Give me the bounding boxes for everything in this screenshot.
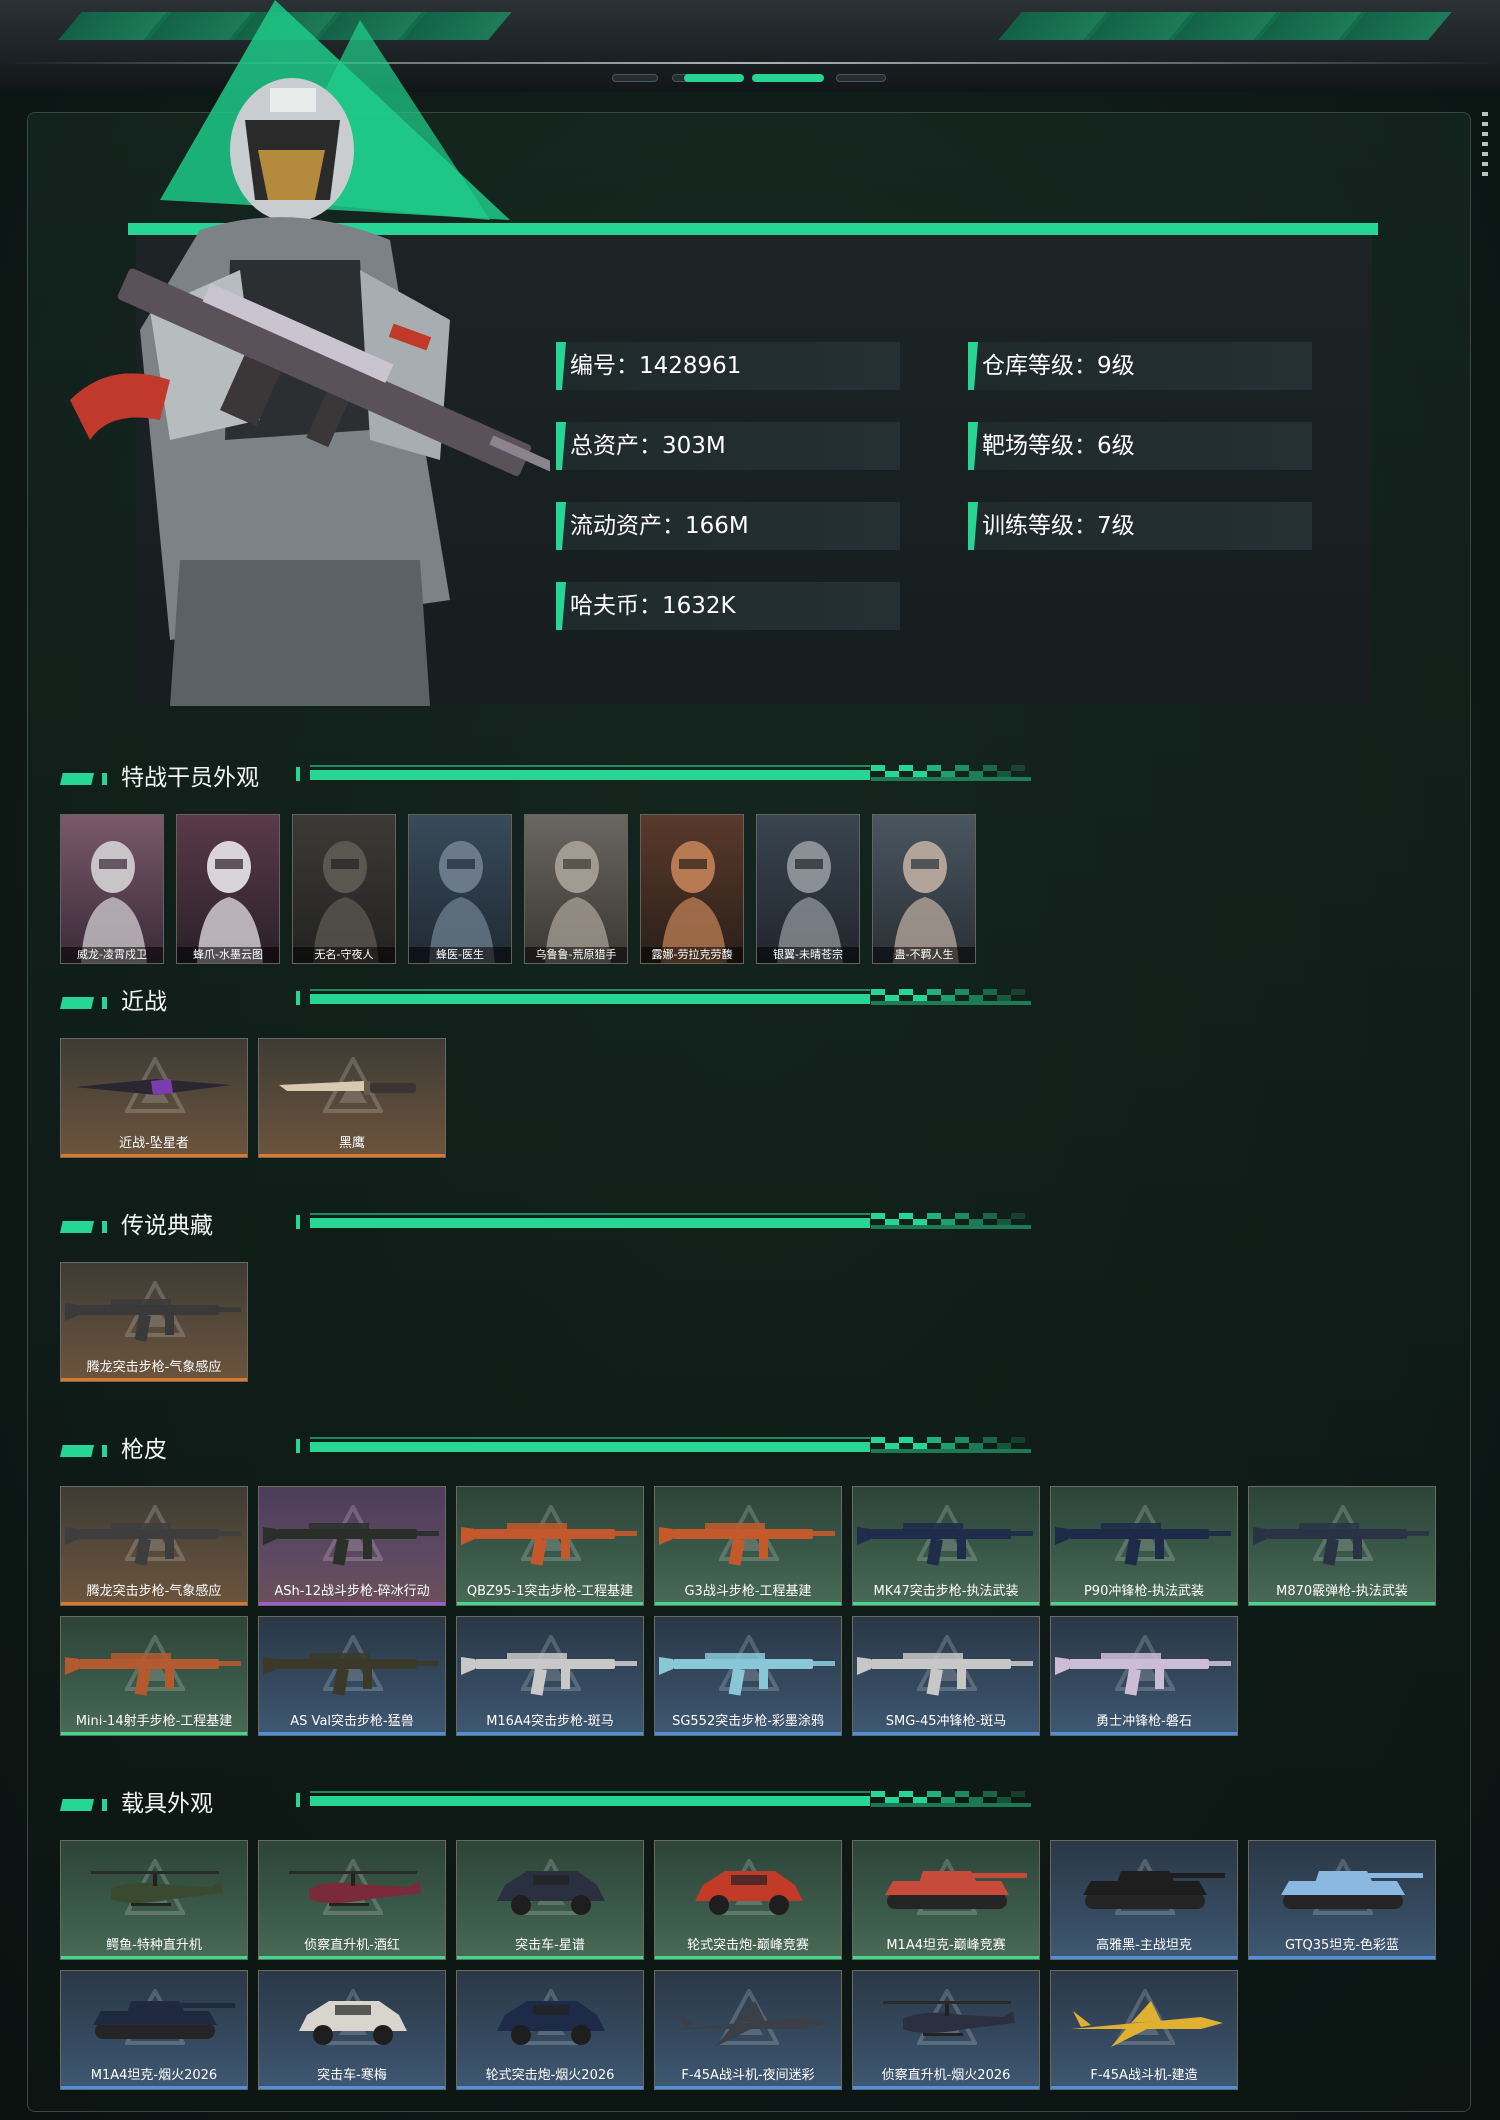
item-card-label: ASh-12战斗步枪-碎冰行动	[274, 1584, 430, 1599]
operator-card-label: 威龙-凌霄戍卫	[61, 947, 163, 963]
item-card[interactable]: GTQ35坦克-色彩蓝	[1248, 1840, 1436, 1960]
operator-card[interactable]: 露娜-劳拉克劳馥	[640, 814, 744, 964]
operator-portrait-thumb	[313, 841, 379, 963]
item-card[interactable]: 腾龙突击步枪-气象感应	[60, 1486, 248, 1606]
item-card-label: MK47突击步枪-执法武装	[873, 1584, 1019, 1599]
item-card[interactable]: M16A4突击步枪-斑马	[456, 1616, 644, 1736]
item-card[interactable]: AS Val突击步枪-猛兽	[258, 1616, 446, 1736]
item-card[interactable]: 突击车-寒梅	[258, 1970, 446, 2090]
operator-portrait-thumb	[661, 841, 727, 963]
item-card[interactable]: Mini-14射手步枪-工程基建	[60, 1616, 248, 1736]
item-card[interactable]: 近战-坠星者	[60, 1038, 248, 1158]
section-title: 近战	[121, 989, 167, 1015]
stat-liquid-assets: 流动资产：166M	[556, 502, 900, 550]
item-card-label: 轮式突击炮-巅峰竞赛	[687, 1938, 809, 1953]
stat-training-level: 训练等级：7级	[968, 502, 1312, 550]
item-card[interactable]: SG552突击步枪-彩墨涂鸦	[654, 1616, 842, 1736]
item-card[interactable]: 腾龙突击步枪-气象感应	[60, 1262, 248, 1382]
operator-card[interactable]: 银翼-未晴苍宗	[756, 814, 860, 964]
item-card[interactable]: 轮式突击炮-烟火2026	[456, 1970, 644, 2090]
item-card[interactable]: M1A4坦克-巅峰竞赛	[852, 1840, 1040, 1960]
item-card-label: 侦察直升机-烟火2026	[881, 2068, 1011, 2083]
item-card-label: G3战斗步枪-工程基建	[684, 1584, 812, 1599]
item-card-label: M1A4坦克-烟火2026	[90, 2068, 218, 2083]
item-card-label: M870霰弹枪-执法武装	[1276, 1584, 1408, 1599]
operator-portrait-thumb	[777, 841, 843, 963]
operator-portrait-thumb	[429, 841, 495, 963]
operator-card-label: 蛊-不羁人生	[873, 947, 975, 963]
item-card-label: 突击车-星谱	[515, 1938, 585, 1953]
item-card[interactable]: F-45A战斗机-建造	[1050, 1970, 1238, 2090]
item-card[interactable]: 勇士冲锋枪-磐石	[1050, 1616, 1238, 1736]
item-card[interactable]: G3战斗步枪-工程基建	[654, 1486, 842, 1606]
item-card-label: F-45A战斗机-夜间迷彩	[681, 2068, 815, 2083]
item-card[interactable]: M870霰弹枪-执法武装	[1248, 1486, 1436, 1606]
section-title: 枪皮	[121, 1437, 167, 1463]
item-card-label: 突击车-寒梅	[317, 2068, 387, 2083]
item-card-label: 腾龙突击步枪-气象感应	[86, 1360, 222, 1375]
item-card-label: 侦察直升机-酒红	[304, 1938, 400, 1953]
operator-portrait-thumb	[81, 841, 147, 963]
item-card[interactable]: 黑鹰	[258, 1038, 446, 1158]
item-card[interactable]: QBZ95-1突击步枪-工程基建	[456, 1486, 644, 1606]
stat-player-id: 编号：1428961	[556, 342, 900, 390]
stat-range-level: 靶场等级：6级	[968, 422, 1312, 470]
item-card-label: SMG-45冲锋枪-斑马	[885, 1714, 1007, 1729]
item-card-label: 轮式突击炮-烟火2026	[485, 2068, 615, 2083]
scroll-indicator[interactable]	[1482, 112, 1488, 182]
item-card[interactable]: MK47突击步枪-执法武装	[852, 1486, 1040, 1606]
section-title: 特战干员外观	[121, 765, 259, 791]
operator-card-label: 露娜-劳拉克劳馥	[641, 947, 743, 963]
item-card-label: 鳄鱼-特种直升机	[106, 1938, 202, 1953]
operator-portrait-thumb	[197, 841, 263, 963]
item-card[interactable]: SMG-45冲锋枪-斑马	[852, 1616, 1040, 1736]
operator-portrait-thumb	[545, 841, 611, 963]
operator-card-label: 蜂爪-水墨云图	[177, 947, 279, 963]
item-card-label: 腾龙突击步枪-气象感应	[86, 1584, 222, 1599]
item-card-label: M1A4坦克-巅峰竞赛	[886, 1938, 1006, 1953]
item-card-label: AS Val突击步枪-猛兽	[290, 1714, 414, 1729]
operator-card[interactable]: 无名-守夜人	[292, 814, 396, 964]
item-card[interactable]: 突击车-星谱	[456, 1840, 644, 1960]
item-card-label: Mini-14射手步枪-工程基建	[75, 1714, 233, 1729]
section-title: 载具外观	[121, 1791, 213, 1817]
stat-total-assets: 总资产：303M	[556, 422, 900, 470]
item-card-label: P90冲锋枪-执法武装	[1083, 1584, 1205, 1599]
item-card[interactable]: ASh-12战斗步枪-碎冰行动	[258, 1486, 446, 1606]
operator-card-label: 银翼-未晴苍宗	[757, 947, 859, 963]
item-card[interactable]: P90冲锋枪-执法武装	[1050, 1486, 1238, 1606]
item-card[interactable]: 高雅黑-主战坦克	[1050, 1840, 1238, 1960]
item-card-label: 勇士冲锋枪-磐石	[1096, 1714, 1192, 1729]
item-card-label: QBZ95-1突击步枪-工程基建	[466, 1584, 634, 1599]
operator-card-label: 乌鲁鲁-荒原猎手	[525, 947, 627, 963]
stat-warehouse-level: 仓库等级：9级	[968, 342, 1312, 390]
item-card[interactable]: 鳄鱼-特种直升机	[60, 1840, 248, 1960]
operator-portrait-thumb	[893, 841, 959, 963]
item-card-label: 黑鹰	[338, 1136, 365, 1151]
item-card-label: GTQ35坦克-色彩蓝	[1284, 1938, 1400, 1953]
item-card-label: 近战-坠星者	[119, 1136, 189, 1151]
item-card[interactable]: F-45A战斗机-夜间迷彩	[654, 1970, 842, 2090]
section-title: 传说典藏	[121, 1213, 213, 1239]
operator-card[interactable]: 蜂医-医生	[408, 814, 512, 964]
operator-card-label: 蜂医-医生	[409, 947, 511, 963]
operator-card[interactable]: 蜂爪-水墨云图	[176, 814, 280, 964]
item-card-label: F-45A战斗机-建造	[1090, 2068, 1198, 2083]
item-card-label: SG552突击步枪-彩墨涂鸦	[672, 1714, 824, 1729]
item-card[interactable]: 侦察直升机-酒红	[258, 1840, 446, 1960]
operator-portrait	[70, 0, 550, 706]
item-card[interactable]: M1A4坦克-烟火2026	[60, 1970, 248, 2090]
operator-card[interactable]: 乌鲁鲁-荒原猎手	[524, 814, 628, 964]
item-card[interactable]: 轮式突击炮-巅峰竞赛	[654, 1840, 842, 1960]
item-card-label: 高雅黑-主战坦克	[1096, 1938, 1192, 1953]
item-card[interactable]: 侦察直升机-烟火2026	[852, 1970, 1040, 2090]
stat-hafu-coin: 哈夫币：1632K	[556, 582, 900, 630]
loadout-page: 编号：1428961 仓库等级：9级 总资产：303M 靶场等级：6级 流动资产…	[0, 0, 1500, 2120]
operator-card[interactable]: 蛊-不羁人生	[872, 814, 976, 964]
operator-card-label: 无名-守夜人	[293, 947, 395, 963]
item-card-label: M16A4突击步枪-斑马	[486, 1714, 614, 1729]
operator-card[interactable]: 威龙-凌霄戍卫	[60, 814, 164, 964]
